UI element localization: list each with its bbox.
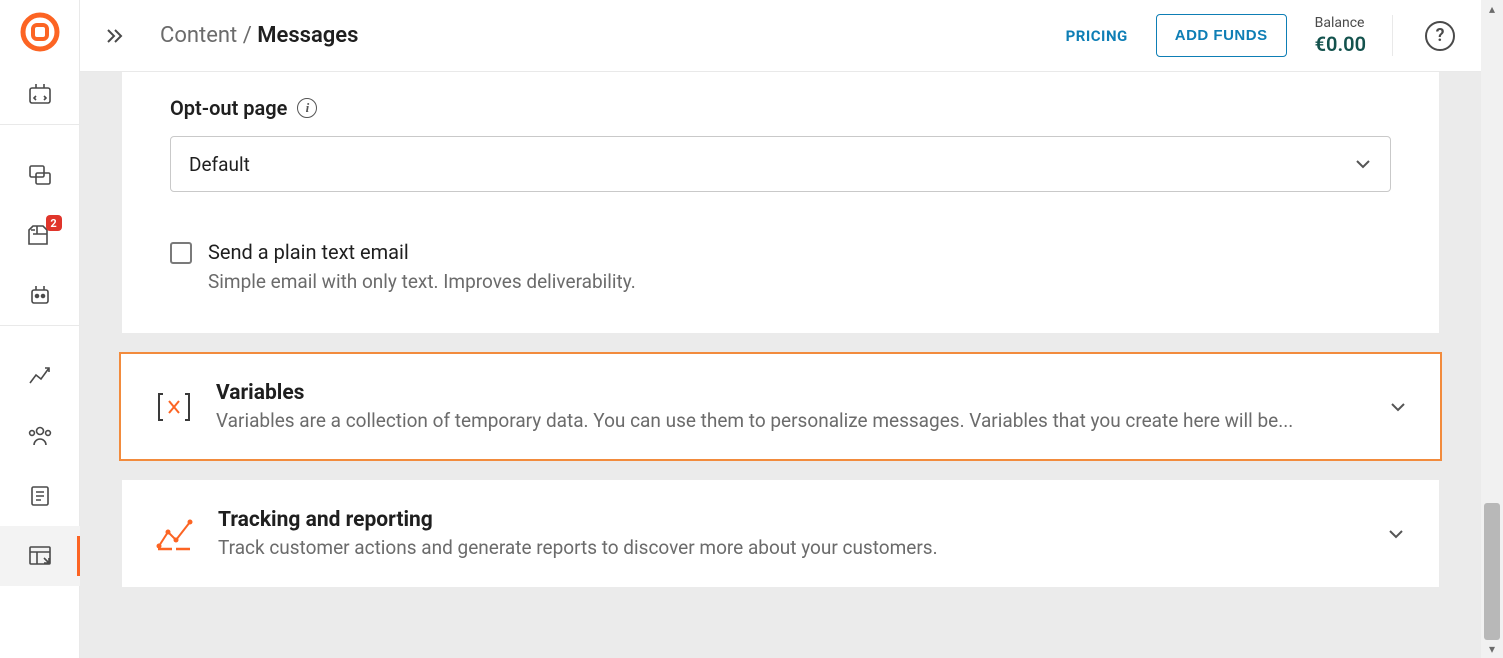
breadcrumb-current: Messages [257,23,358,48]
settings-card: Opt-out page i Default Send a plain text… [122,72,1439,333]
sidebar-item-analytics[interactable] [0,346,80,406]
variables-accordion[interactable]: Variables Variables are a collection of … [120,353,1441,460]
expand-rail-button[interactable] [100,25,130,47]
optout-info-icon[interactable]: i [297,98,317,118]
rail-divider-2 [0,325,79,326]
brand-logo[interactable] [0,0,80,64]
chevrons-right-icon [104,25,126,47]
variables-title: Variables [216,381,1357,405]
page-scrollbar[interactable]: ▴ ▾ [1481,0,1503,658]
sidebar-item-conversations[interactable] [0,145,80,205]
scroll-down-arrow-icon[interactable]: ▾ [1483,640,1501,658]
sidebar-item-embed[interactable] [0,64,80,124]
plain-text-row: Send a plain text email Simple email wit… [170,240,1391,293]
sidebar-item-inbox[interactable]: 2 [0,205,80,265]
breadcrumb-parent[interactable]: Content [160,23,237,48]
breadcrumb-separator: / [237,23,257,48]
sidebar-item-bot[interactable] [0,265,80,325]
sidebar-item-people[interactable] [0,406,80,466]
rail-divider [0,124,79,125]
breadcrumb: Content / Messages [160,23,358,48]
balance-value: €0.00 [1315,32,1366,56]
tracking-accordion[interactable]: Tracking and reporting Track customer ac… [122,480,1439,587]
optout-label: Opt-out page [170,96,287,120]
variables-icon [154,387,194,427]
tracking-title: Tracking and reporting [218,508,1355,532]
bot-icon [27,282,53,308]
variables-chevron-icon [1389,398,1407,416]
tracking-chevron-icon [1387,525,1405,543]
scroll-thumb[interactable] [1484,503,1500,640]
scroll-up-arrow-icon[interactable]: ▴ [1483,0,1501,18]
plain-text-help: Simple email with only text. Improves de… [208,270,636,293]
balance-label: Balance [1315,15,1366,32]
plain-text-checkbox[interactable] [170,242,192,264]
analytics-icon [27,363,53,389]
top-bar: Content / Messages PRICING ADD FUNDS Bal… [80,0,1481,72]
embed-icon [27,81,53,107]
help-button[interactable]: ? [1425,21,1455,51]
content-area: Opt-out page i Default Send a plain text… [80,72,1481,658]
sidebar-item-docs[interactable] [0,466,80,526]
people-icon [27,423,53,449]
optout-select[interactable]: Default [170,136,1391,192]
question-icon: ? [1436,25,1445,46]
tracking-desc: Track customer actions and generate repo… [218,536,1355,559]
brand-logo-icon [20,12,60,52]
sidebar-item-layout[interactable] [0,526,80,586]
optout-select-value: Default [189,153,250,176]
balance-display: Balance €0.00 [1315,15,1393,56]
docs-icon [27,483,53,509]
inbox-badge: 2 [46,215,62,231]
chevron-down-icon [1354,155,1372,173]
plain-text-label: Send a plain text email [208,240,636,264]
add-funds-button[interactable]: ADD FUNDS [1156,14,1287,57]
left-rail: 2 [0,0,80,658]
scroll-track[interactable] [1481,18,1503,640]
tracking-icon [156,514,196,554]
variables-desc: Variables are a collection of temporary … [216,409,1357,432]
conversations-icon [27,162,53,188]
pricing-link[interactable]: PRICING [1066,27,1128,45]
layout-icon [27,543,53,569]
